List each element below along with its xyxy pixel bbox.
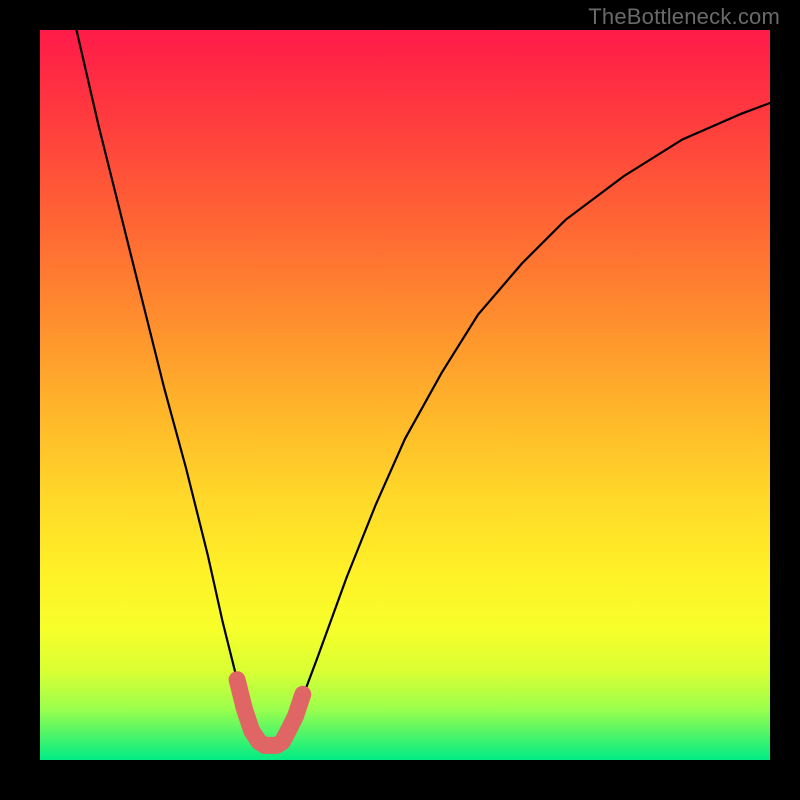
plot-area	[40, 30, 770, 760]
chart-svg	[40, 30, 770, 760]
chart-frame: TheBottleneck.com x y 510088711751463175…	[0, 0, 800, 800]
attribution-label: TheBottleneck.com	[588, 4, 780, 30]
curve-path	[77, 30, 771, 745]
trough-marker	[237, 680, 303, 746]
